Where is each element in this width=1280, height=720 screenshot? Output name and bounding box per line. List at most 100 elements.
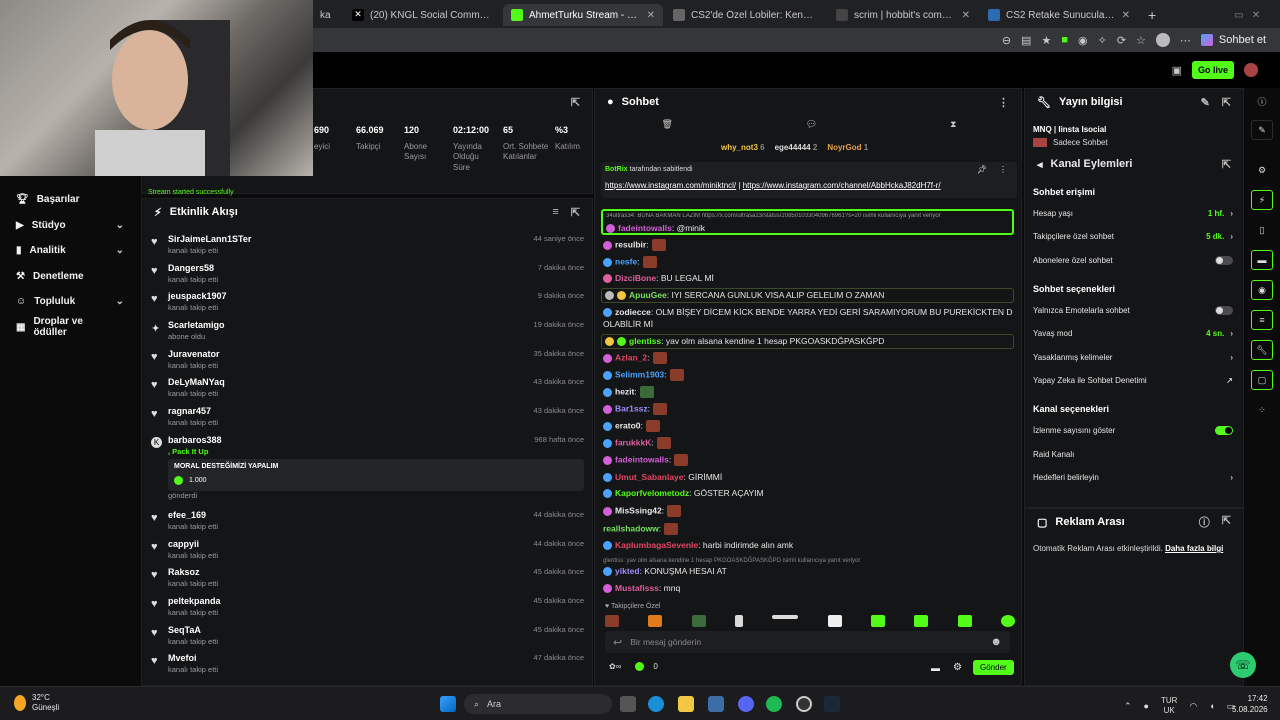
setting-account-age[interactable]: Hesap yaşı 1 hf. › [1033,209,1233,218]
start-icon[interactable] [440,696,456,712]
go-live-button[interactable]: Go live [1191,61,1234,79]
browser-tab-active[interactable]: AhmetTurku Stream - Watch Live✕ [503,4,663,26]
pin-icon[interactable]: 📌︎ [977,165,987,174]
sidebar-item-studio[interactable]: ▶ Stüdyo ⌄ [0,213,140,239]
pinned-link[interactable]: https://www.instagram.com/miniktncl/ [605,181,736,190]
trash-icon[interactable]: 🗑︎ [661,119,672,130]
extension-icon[interactable]: ■ [1061,34,1068,46]
avatar[interactable] [1155,33,1170,47]
list-icon[interactable]: ≡ [1251,310,1273,330]
emote-button[interactable] [648,615,663,627]
emote-button[interactable] [957,615,972,627]
emote-button[interactable] [1000,615,1015,627]
popout-icon[interactable]: ⇱ [571,206,580,219]
file-explorer-icon[interactable] [678,696,694,712]
chat-icon[interactable]: ▬ [1251,250,1273,270]
document-icon[interactable]: ▯ [1251,220,1273,240]
gear-icon[interactable]: ⚙ [1251,160,1273,180]
clock[interactable]: 17:42 5.08.2026 [1232,693,1268,715]
setting-followers-only[interactable]: Takipçilere özel sohbet 5 dk. › [1033,232,1233,241]
sidebar-item-moderation[interactable]: ⚒ Denetleme [0,264,140,290]
hourglass-icon[interactable]: ⧗ [950,119,956,130]
task-view-icon[interactable] [620,696,636,712]
gear-icon[interactable]: ⚙ [953,662,962,673]
more-icon[interactable]: ⋯ [1180,34,1191,47]
close-tab-icon[interactable]: ✕ [962,10,970,21]
lightning-icon[interactable]: ⚡︎ [1251,190,1273,210]
filter-icon[interactable]: ≡ [552,206,558,219]
browser-tab[interactable]: ✕(20) KNGL Social Community / X [344,4,500,26]
emote-button[interactable] [914,615,929,627]
steam-icon[interactable] [824,696,840,712]
emoji-icon[interactable]: ☻ [990,636,1002,648]
popout-icon[interactable]: ⇱ [1222,96,1231,109]
setting-goals[interactable]: Hedefleri belirleyin › [1033,473,1233,482]
toggle-switch[interactable] [1215,306,1233,315]
language-indicator[interactable]: TUR UK [1161,696,1177,716]
wifi-icon[interactable]: ◠ [1189,701,1197,712]
pinned-link[interactable]: https://www.instagram.com/channel/AbbHck… [743,181,941,190]
edit-icon[interactable]: ✎ [1251,120,1273,140]
volume-icon[interactable]: ◖ [1209,701,1214,711]
wrench-icon[interactable]: 🔧︎ [1251,340,1273,360]
zoom-icon[interactable]: ⊖ [1002,34,1011,47]
tv-icon[interactable]: ▢ [1251,370,1273,390]
browser-tab[interactable]: CS2'de Özel Lobiler: Kendi Kuralla [665,4,825,26]
toggle-switch[interactable] [1215,426,1233,435]
emote-button[interactable] [870,615,885,627]
dots-icon[interactable]: ⁘ [1251,400,1273,420]
copilot-button[interactable]: Sohbet et [1200,34,1266,46]
close-tab-icon[interactable]: ✕ [1122,10,1130,21]
reader-icon[interactable]: ▤ [1021,34,1031,47]
speech-icon[interactable]: 💬︎ [806,119,817,130]
weather-widget[interactable]: 32°C Güneşli [14,693,59,713]
support-chat-button[interactable]: ☏ [1230,652,1256,678]
emote-button[interactable] [605,615,619,627]
more-vertical-icon[interactable]: ⋮ [999,165,1007,174]
spotify-icon[interactable] [766,696,782,712]
info-icon[interactable]: ⓘ [1199,514,1210,530]
sync-icon[interactable]: ⟳ [1117,34,1126,47]
popout-icon[interactable]: ⇱ [1222,514,1231,530]
more-vertical-icon[interactable]: ⋮ [998,96,1009,109]
favorites-icon[interactable]: ☆ [1136,34,1146,47]
app-icon[interactable] [708,696,724,712]
avatar[interactable] [1244,63,1258,77]
edge-icon[interactable] [648,696,664,712]
toggle-switch[interactable] [1215,256,1233,265]
setting-slow-mode[interactable]: Yavaş mod 4 sn. › [1033,329,1233,338]
broadcast-icon[interactable]: ◉ [1251,280,1273,300]
popout-icon[interactable]: ⇱ [571,96,580,109]
sidebar-item-achievements[interactable]: 🏆︎ Başarılar [0,187,140,213]
camera-icon[interactable]: ▣ [1172,64,1182,77]
browser-tab[interactable]: scrim | hobbit's community✕ [828,4,978,26]
emote-button[interactable] [772,615,799,619]
browser-tab[interactable]: CS2 Retake Sunucuları – CYBERSH✕ [980,4,1138,26]
puzzle-icon[interactable]: ✧ [1098,34,1107,47]
emote-button[interactable] [827,615,842,627]
info-icon[interactable]: ⓘ [1251,91,1273,111]
learn-more-link[interactable]: Daha fazla bilgi [1165,544,1223,553]
browser-tab[interactable]: ka [312,4,342,26]
mic-icon[interactable]: ● [1144,701,1149,711]
setting-ai-moderation[interactable]: Yapay Zeka ile Sohbet Denetimi ↗ [1033,376,1233,385]
extension-icon[interactable]: ◉ [1078,34,1088,47]
taskbar-search[interactable]: ⌕ Ara [464,694,612,714]
chat-bubble-icon[interactable]: ▬ [931,663,940,673]
emote-button[interactable] [734,615,743,627]
obs-icon[interactable] [796,696,812,712]
emote-button[interactable] [691,615,706,627]
settings-icon[interactable]: ✿∞ [609,662,621,671]
chevron-up-icon[interactable]: ⌃ [1124,701,1132,712]
new-tab-button[interactable]: + [1140,4,1162,26]
sidebar-item-drops[interactable]: ▦ Droplar ve ödüller [0,315,140,341]
edit-icon[interactable]: ✎ [1201,96,1210,109]
sidebar-item-community[interactable]: ☺ Topluluk ⌄ [0,289,140,315]
close-tab-icon[interactable]: ✕ [647,10,655,21]
sidebar-item-analytics[interactable]: ▮ Analitik ⌄ [0,238,140,264]
setting-banned-words[interactable]: Yasaklanmış kelimeler › [1033,353,1233,362]
popout-icon[interactable]: ⇱ [1222,158,1231,171]
setting-raid[interactable]: Raid Kanalı [1033,450,1233,459]
chat-input[interactable]: ↩ Bir mesaj gönderin ☻ [605,631,1010,653]
discord-icon[interactable] [738,696,754,712]
